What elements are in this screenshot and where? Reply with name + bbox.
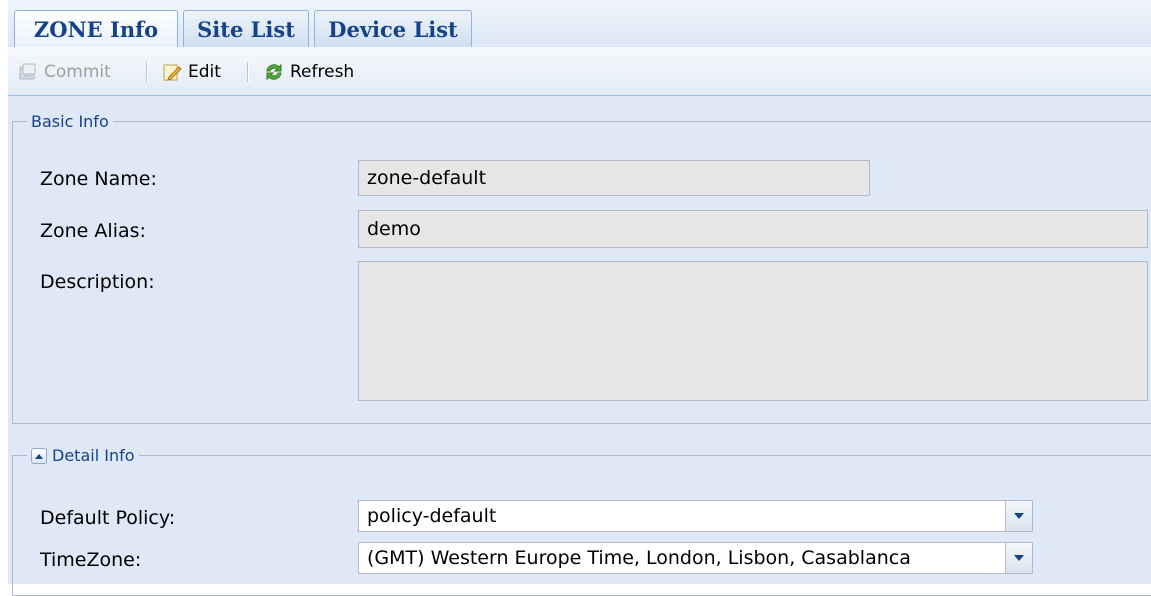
edit-icon bbox=[162, 62, 182, 82]
timezone-select[interactable]: (GMT) Western Europe Time, London, Lisbo… bbox=[358, 542, 1033, 574]
tab-device-list[interactable]: Device List bbox=[314, 10, 472, 47]
basic-info-legend: Basic Info bbox=[27, 112, 113, 131]
detail-info-legend: Detail Info bbox=[27, 446, 139, 465]
timezone-value: (GMT) Western Europe Time, London, Lisbo… bbox=[367, 547, 911, 569]
zone-alias-field[interactable]: demo bbox=[358, 210, 1148, 248]
basic-info-legend-text: Basic Info bbox=[31, 112, 109, 131]
chevron-down-icon[interactable] bbox=[1005, 543, 1032, 573]
default-policy-value: policy-default bbox=[367, 505, 497, 527]
toolbar-separator bbox=[247, 62, 249, 82]
tab-zone-info[interactable]: ZONE Info bbox=[14, 10, 178, 48]
commit-button[interactable]: Commit bbox=[18, 60, 111, 84]
content-panel: Basic Info Zone Name: zone-default Zone … bbox=[8, 96, 1151, 596]
edit-label: Edit bbox=[188, 62, 221, 82]
zone-window: ZONE Info Site List Device List Commit E… bbox=[8, 0, 1151, 596]
default-policy-label: Default Policy: bbox=[40, 507, 176, 529]
zone-name-field[interactable]: zone-default bbox=[358, 160, 870, 196]
zone-name-label: Zone Name: bbox=[40, 168, 157, 190]
refresh-label: Refresh bbox=[290, 62, 355, 82]
chevron-down-icon[interactable] bbox=[1005, 501, 1032, 531]
commit-label: Commit bbox=[44, 62, 111, 82]
refresh-icon bbox=[264, 62, 284, 82]
toolbar-separator bbox=[146, 62, 148, 82]
timezone-label: TimeZone: bbox=[40, 549, 142, 571]
refresh-button[interactable]: Refresh bbox=[264, 60, 354, 84]
description-field[interactable] bbox=[358, 261, 1148, 401]
description-label: Description: bbox=[40, 271, 155, 293]
edit-button[interactable]: Edit bbox=[162, 60, 221, 84]
detail-info-legend-text: Detail Info bbox=[52, 446, 135, 465]
collapse-toggle-icon[interactable] bbox=[31, 447, 47, 464]
tab-bar: ZONE Info Site List Device List bbox=[8, 0, 1151, 48]
commit-icon bbox=[18, 62, 38, 82]
tab-site-list[interactable]: Site List bbox=[183, 10, 309, 47]
default-policy-select[interactable]: policy-default bbox=[358, 500, 1033, 532]
toolbar: Commit Edit Refresh bbox=[8, 47, 1151, 96]
zone-alias-label: Zone Alias: bbox=[40, 220, 146, 242]
